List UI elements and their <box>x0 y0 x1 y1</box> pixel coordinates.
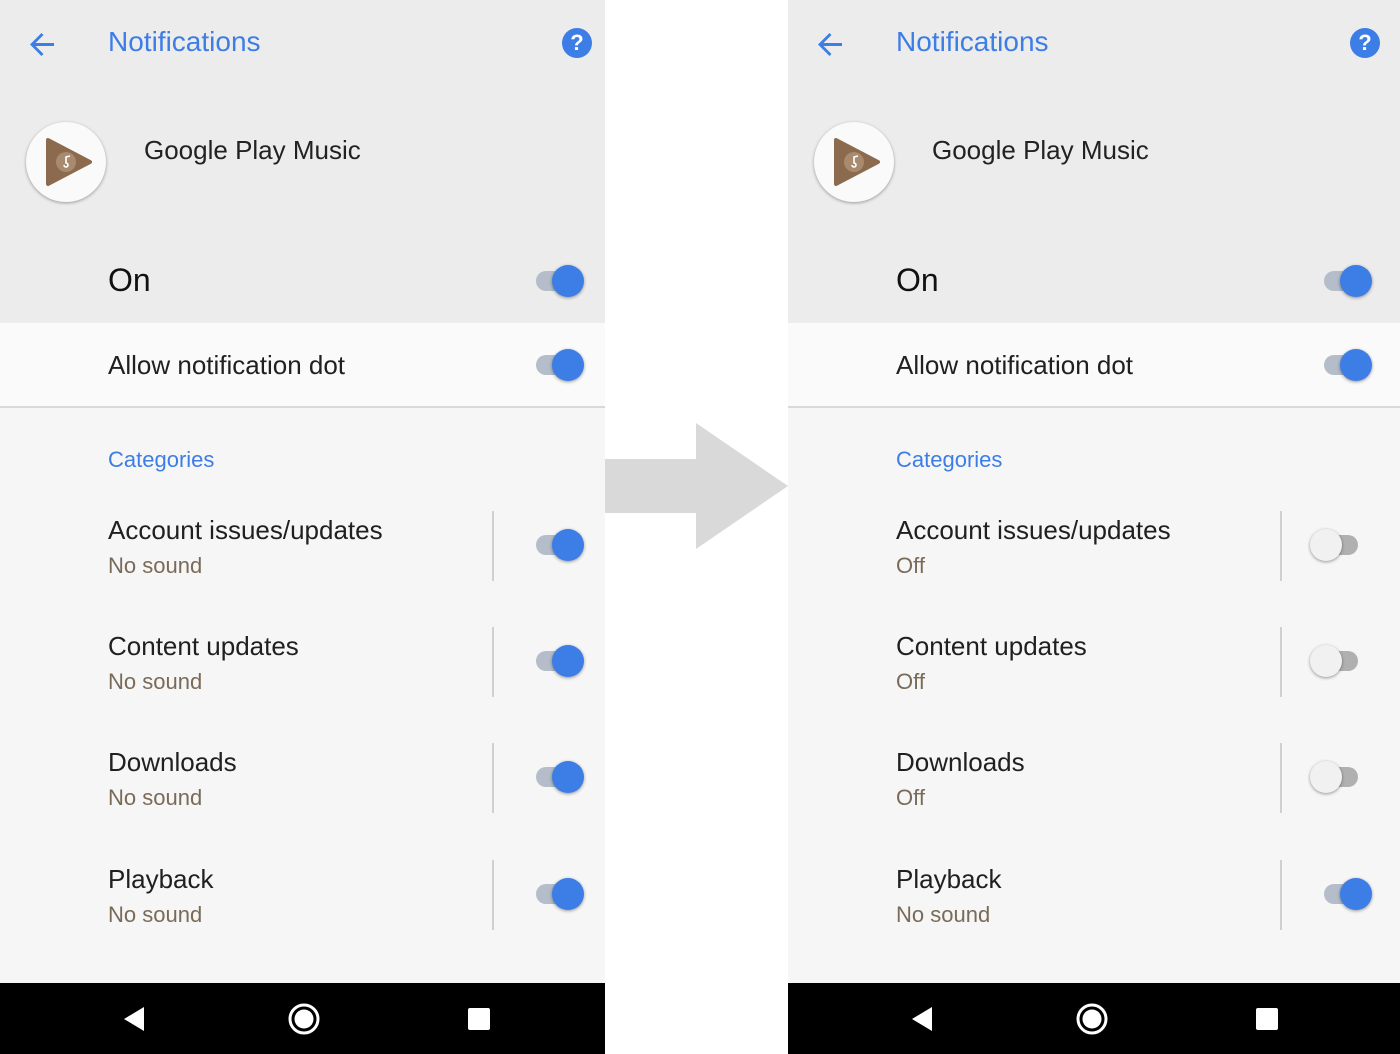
row-divider <box>492 860 494 930</box>
category-status: No sound <box>896 902 991 927</box>
category-status: Off <box>896 785 925 810</box>
notification-dot-row[interactable]: Allow notification dot <box>788 323 1400 408</box>
row-divider <box>1280 860 1282 930</box>
categories-section: Categories Account issues/updates Off Co… <box>788 408 1400 983</box>
category-row[interactable]: Content updates No sound <box>0 627 605 717</box>
category-row[interactable]: Playback No sound <box>788 860 1400 950</box>
page-title: Notifications <box>108 26 261 57</box>
nav-recents-icon[interactable] <box>463 1003 495 1035</box>
app-name: Google Play Music <box>932 135 1149 165</box>
master-toggle-label: On <box>108 262 151 298</box>
notification-dot-label: Allow notification dot <box>896 350 1134 380</box>
category-toggle[interactable] <box>1310 525 1360 565</box>
navigation-bar <box>788 983 1400 1054</box>
screen-before: Notifications ? Google Play Music On All… <box>0 0 605 1054</box>
category-toggle[interactable] <box>534 757 584 797</box>
category-toggle[interactable] <box>1310 757 1360 797</box>
transition-arrow-icon <box>605 423 788 549</box>
category-status: No sound <box>108 785 203 810</box>
arrow-back-icon[interactable] <box>24 26 60 62</box>
categories-header: Categories <box>108 447 215 472</box>
category-row[interactable]: Account issues/updates Off <box>788 511 1400 601</box>
categories-header: Categories <box>896 447 1003 472</box>
category-title: Downloads <box>896 747 1025 777</box>
row-divider <box>492 743 494 813</box>
screen-after: Notifications ? Google Play Music On All… <box>788 0 1400 1054</box>
row-divider <box>1280 743 1282 813</box>
page-title: Notifications <box>896 26 1049 57</box>
row-divider <box>1280 511 1282 581</box>
row-divider <box>1280 627 1282 697</box>
navigation-bar <box>0 983 605 1054</box>
category-status: Off <box>896 553 925 578</box>
app-name: Google Play Music <box>144 135 361 165</box>
category-title: Account issues/updates <box>108 515 383 545</box>
category-title: Content updates <box>896 631 1087 661</box>
nav-recents-icon[interactable] <box>1251 1003 1283 1035</box>
nav-home-icon[interactable] <box>1076 1003 1108 1035</box>
play-music-icon <box>26 122 106 202</box>
row-divider <box>492 511 494 581</box>
help-icon[interactable]: ? <box>562 28 592 58</box>
category-title: Playback <box>896 864 1002 894</box>
category-row[interactable]: Account issues/updates No sound <box>0 511 605 601</box>
category-row[interactable]: Content updates Off <box>788 627 1400 717</box>
category-status: No sound <box>108 669 203 694</box>
master-toggle[interactable] <box>534 261 584 301</box>
nav-home-icon[interactable] <box>288 1003 320 1035</box>
master-toggle[interactable] <box>1322 261 1372 301</box>
category-row[interactable]: Downloads No sound <box>0 743 605 833</box>
category-toggle[interactable] <box>534 874 584 914</box>
nav-back-icon[interactable] <box>906 1003 938 1035</box>
notification-dot-row[interactable]: Allow notification dot <box>0 323 605 408</box>
category-status: No sound <box>108 553 203 578</box>
category-title: Playback <box>108 864 214 894</box>
category-title: Account issues/updates <box>896 515 1171 545</box>
app-header: Notifications ? Google Play Music On <box>0 0 605 323</box>
category-status: No sound <box>108 902 203 927</box>
category-row[interactable]: Playback No sound <box>0 860 605 950</box>
category-status: Off <box>896 669 925 694</box>
category-toggle[interactable] <box>1310 641 1360 681</box>
app-header: Notifications ? Google Play Music On <box>788 0 1400 323</box>
notification-dot-toggle[interactable] <box>1322 345 1372 385</box>
category-row[interactable]: Downloads Off <box>788 743 1400 833</box>
categories-section: Categories Account issues/updates No sou… <box>0 408 605 983</box>
nav-back-icon[interactable] <box>118 1003 150 1035</box>
play-music-icon <box>814 122 894 202</box>
notification-dot-toggle[interactable] <box>534 345 584 385</box>
category-title: Content updates <box>108 631 299 661</box>
category-toggle[interactable] <box>534 525 584 565</box>
category-title: Downloads <box>108 747 237 777</box>
notification-dot-label: Allow notification dot <box>108 350 346 380</box>
help-icon[interactable]: ? <box>1350 28 1380 58</box>
row-divider <box>492 627 494 697</box>
master-toggle-label: On <box>896 262 939 298</box>
category-toggle[interactable] <box>534 641 584 681</box>
arrow-back-icon[interactable] <box>812 26 848 62</box>
category-toggle[interactable] <box>1322 874 1372 914</box>
